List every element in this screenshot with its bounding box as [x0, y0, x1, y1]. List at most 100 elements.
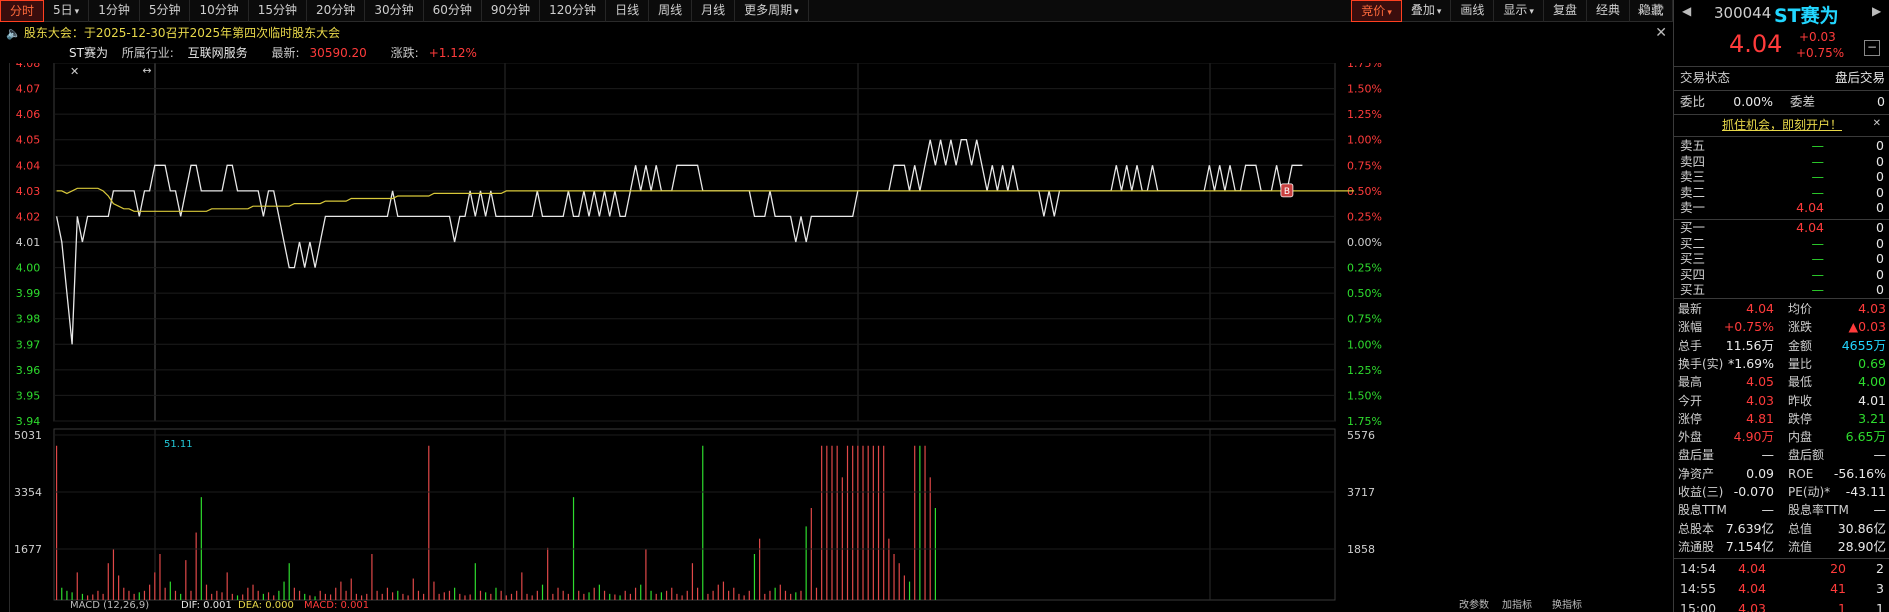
asks-label: 卖一 [1680, 200, 1706, 216]
bids-row[interactable]: 买三 — 0 [1680, 251, 1886, 266]
asks-volume: 0 [1876, 200, 1884, 216]
toolbar-item-3[interactable]: 显示 ▾ [1494, 0, 1544, 22]
intraday-chart[interactable]: 4.08 1.75% 4.07 1.50% 4.06 1.25% 4.05 1.00% 4.04… [0, 63, 1673, 612]
edit-params-button[interactable]: 改参数 [1459, 600, 1489, 612]
stock-code: 300044 [1714, 4, 1772, 22]
toolbar-item-4[interactable]: 复盘 [1544, 0, 1587, 22]
collapse-icon[interactable]: − [1864, 40, 1880, 56]
stat-value: 4.04 [1746, 301, 1774, 316]
stat-value: — [1873, 447, 1887, 463]
bids-price: — [1811, 282, 1825, 298]
macd-value: MACD: 0.001 [304, 600, 370, 611]
bids-volume: 0 [1876, 220, 1884, 235]
toolbar-item-1[interactable]: 叠加 ▾ [1402, 0, 1452, 22]
stat-value: 4.01 [1858, 392, 1886, 408]
dropdown-arrow-icon: ▾ [74, 7, 80, 17]
stat-label: 总股本 [1678, 521, 1715, 536]
stat-value: 0.09 [1746, 465, 1774, 481]
bids-row[interactable]: 买二 — 0 [1680, 236, 1886, 251]
period-tab-3[interactable]: 5分钟 [140, 0, 191, 22]
stat-label: 外盘 [1678, 430, 1703, 445]
volume-tick-left: 1677 [14, 543, 42, 556]
toolbar-item-2[interactable]: 画线 [1451, 0, 1495, 22]
stat-label: 最低 [1788, 375, 1813, 390]
asks-row[interactable]: 卖一 4.04 0 [1680, 200, 1886, 215]
period-tab-14[interactable]: 更多周期 ▾ [735, 0, 809, 22]
price-tick-label: 4.04 [16, 159, 41, 172]
stat-label: 昨收 [1788, 393, 1813, 408]
pct-tick-label: 1.50% [1347, 83, 1382, 96]
close-icon[interactable]: ✕ [1873, 118, 1881, 129]
macd-label: MACD (12,26,9) [70, 600, 150, 611]
toolbar-item-0[interactable]: 竞价 ▾ [1351, 0, 1402, 22]
stat-value: 3.21 [1858, 410, 1886, 426]
price-tick-label: 4.01 [16, 236, 41, 249]
period-tab-4[interactable]: 10分钟 [190, 0, 249, 22]
close-icon[interactable]: ✕ [70, 65, 79, 78]
period-tab-6[interactable]: 20分钟 [307, 0, 366, 22]
notice-bar[interactable]: 🔈 股东大会：于2025-12-30召开2025年第四次临时股东大会 [0, 23, 1673, 43]
asks-row[interactable]: 卖四 — 0 [1680, 154, 1886, 169]
next-stock-icon[interactable]: ▶ [1872, 4, 1881, 18]
price-tick-label: 3.94 [16, 415, 41, 428]
stat-label: 内盘 [1788, 430, 1813, 445]
stat-label: 股息TTM [1678, 503, 1727, 518]
period-tab-11[interactable]: 日线 [606, 0, 650, 22]
asks-price: — [1811, 169, 1825, 185]
stat-label: 量比 [1788, 356, 1813, 371]
buy-marker-letter: B [1284, 187, 1290, 197]
price-tick-label: 4.03 [16, 185, 41, 198]
fullscreen-icon[interactable]: ⛶ [1651, 3, 1667, 19]
stat-value: 4.90万 [1733, 429, 1774, 445]
tick-row: 15:00 4.03 1 1 [1680, 600, 1886, 612]
asks-row[interactable]: 卖五 — 0 [1680, 138, 1886, 153]
stat-label: 净资产 [1678, 466, 1715, 481]
prev-stock-icon[interactable]: ◀ [1682, 4, 1691, 18]
period-tab-5[interactable]: 15分钟 [249, 0, 308, 22]
bids-row[interactable]: 买一 4.04 0 [1680, 220, 1886, 235]
dropdown-arrow-icon: ▾ [794, 7, 799, 17]
stat-value: 4.00 [1858, 374, 1886, 390]
asks-row[interactable]: 卖二 — 0 [1680, 185, 1886, 200]
tick-count: 2 [1876, 561, 1884, 576]
stat-value: 4.81 [1746, 410, 1774, 426]
macd-dif: DIF: 0.001 [181, 600, 232, 611]
stat-label: 涨跌 [1788, 320, 1813, 335]
stat-value: — [1761, 447, 1775, 463]
period-tab-13[interactable]: 月线 [692, 0, 736, 22]
stats-row: 涨停 4.81 跌停 3.21 [1678, 410, 1886, 428]
period-tab-2[interactable]: 1分钟 [89, 0, 140, 22]
period-tab-10[interactable]: 120分钟 [540, 0, 607, 22]
period-tab-0[interactable]: 分时 [0, 0, 45, 22]
close-icon[interactable]: ✕ [1655, 25, 1667, 41]
bids-row[interactable]: 买五 — 0 [1680, 282, 1886, 297]
period-tab-9[interactable]: 90分钟 [482, 0, 541, 22]
period-tab-1[interactable]: 5日 ▾ [44, 0, 90, 22]
stats-row: 最新 4.04 均价 4.03 [1678, 300, 1886, 318]
period-tab-12[interactable]: 周线 [649, 0, 693, 22]
window-controls: » ⛶ [1633, 3, 1667, 19]
stats-row: 净资产 0.09 ROE -56.16% [1678, 465, 1886, 483]
period-tab-8[interactable]: 60分钟 [424, 0, 482, 22]
toolbar-item-5[interactable]: 经典 [1587, 0, 1630, 22]
period-tab-7[interactable]: 30分钟 [365, 0, 424, 22]
fast-forward-icon[interactable]: » [1633, 3, 1649, 19]
dropdown-arrow-icon: ▾ [1529, 7, 1534, 17]
open-account-ad[interactable]: 抓住机会，即刻开户！ [1674, 116, 1889, 134]
stats-row: 收益(三) -0.070 PE(动)* -43.11 [1678, 483, 1886, 501]
stat-value: 28.90亿 [1837, 538, 1886, 554]
change-indicator-button[interactable]: 换指标 [1552, 600, 1582, 612]
stats-row: 外盘 4.90万 内盘 6.65万 [1678, 428, 1886, 446]
tick-price: 4.03 [1738, 601, 1766, 612]
asks-row[interactable]: 卖三 — 0 [1680, 169, 1886, 184]
add-indicator-button[interactable]: 加指标 [1502, 600, 1532, 612]
notice-text: 股东大会：于2025-12-30召开2025年第四次临时股东大会 [23, 26, 341, 40]
bids-row[interactable]: 买四 — 0 [1680, 267, 1886, 282]
pct-tick-label: 1.50% [1347, 389, 1382, 402]
stat-label: 跌停 [1788, 411, 1813, 426]
resize-icon[interactable]: ↔ [142, 64, 151, 77]
volume-tick-right: 3717 [1347, 486, 1375, 499]
bids-volume: 0 [1876, 266, 1884, 282]
stats-row: 今开 4.03 昨收 4.01 [1678, 392, 1886, 410]
tick-time: 14:54 [1680, 561, 1717, 576]
